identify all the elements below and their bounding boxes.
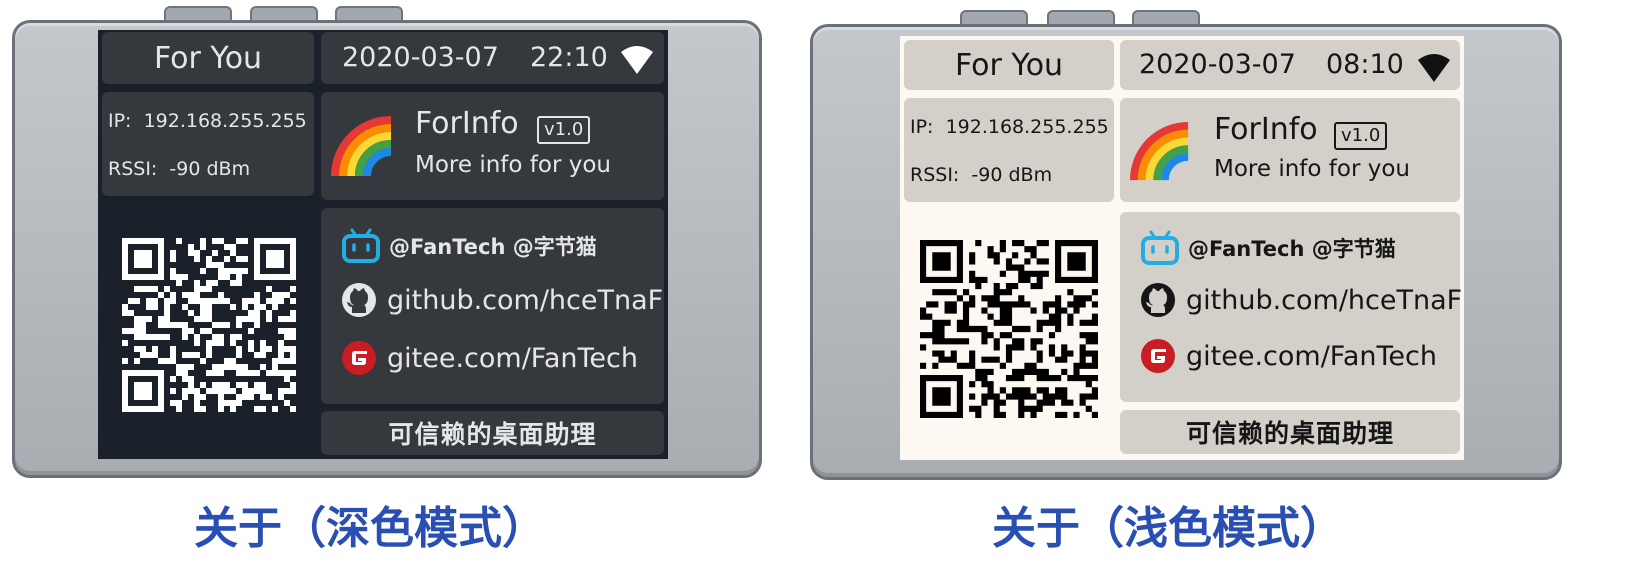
github-icon — [342, 283, 376, 317]
app-name: ForInfo — [415, 106, 519, 141]
app-tagline: More info for you — [415, 152, 611, 178]
motto-panel: 可信赖的桌面助理 — [321, 411, 664, 455]
date-text: 2020-03-07 — [1139, 49, 1296, 80]
links-panel: @FanTech @字节猫 github.com/hceTnaF gitee.c… — [1120, 212, 1462, 402]
gitee-link[interactable]: gitee.com/FanTech — [1140, 338, 1437, 374]
page-title: For You — [153, 40, 263, 76]
network-panel: IP: 192.168.255.255 RSSI: -90 dBm — [904, 98, 1114, 202]
github-link[interactable]: github.com/hceTnaF — [1140, 282, 1462, 318]
version-badge: v1.0 — [537, 116, 591, 144]
rssi-label: RSSI: — [108, 158, 158, 180]
github-url: github.com/hceTnaF — [1186, 284, 1463, 316]
version-badge: v1.0 — [1334, 122, 1388, 150]
network-panel: IP: 192.168.255.255 RSSI: -90 dBm — [102, 92, 314, 196]
qr-code-icon — [122, 238, 296, 412]
motto-panel: 可信赖的桌面助理 — [1120, 410, 1460, 454]
qr-code-icon — [920, 240, 1098, 418]
motto-text: 可信赖的桌面助理 — [388, 420, 597, 449]
ip-label: IP: — [108, 110, 132, 132]
datetime-panel: 2020-03-07 08:10 — [1120, 40, 1460, 90]
gitee-link[interactable]: gitee.com/FanTech — [341, 340, 638, 376]
date-text: 2020-03-07 — [342, 42, 499, 73]
wifi-icon — [621, 46, 653, 74]
gitee-url: gitee.com/FanTech — [387, 342, 638, 374]
app-info-panel: ForInfo v1.0 More info for you — [1120, 98, 1460, 202]
app-name: ForInfo — [1214, 112, 1318, 147]
datetime-panel: 2020-03-07 22:10 — [321, 32, 664, 84]
screen: For You 2020-03-07 22:10 IP: 192.168.255… — [98, 30, 668, 459]
bilibili-icon — [342, 228, 380, 263]
page-title: For You — [954, 47, 1064, 83]
rssi-label: RSSI: — [910, 164, 960, 186]
gitee-icon — [1141, 339, 1175, 373]
app-info-panel: ForInfo v1.0 More info for you — [321, 92, 664, 200]
github-url: github.com/hceTnaF — [387, 284, 664, 316]
ip-value: 192.168.255.255 — [143, 110, 307, 132]
time-text: 22:10 — [530, 42, 608, 73]
bilibili-icon — [1141, 230, 1179, 265]
ip-label: IP: — [910, 116, 934, 138]
app-tagline: More info for you — [1214, 156, 1410, 182]
device-dark: For You 2020-03-07 22:10 IP: 192.168.255… — [12, 6, 762, 481]
gitee-icon — [342, 341, 376, 375]
rainbow-icon — [1130, 122, 1189, 181]
links-panel: @FanTech @字节猫 github.com/hceTnaF gitee.c… — [321, 208, 664, 404]
rainbow-icon — [331, 116, 392, 177]
title-panel: For You — [102, 32, 314, 84]
caption-dark-mode: 关于（深色模式） — [194, 503, 546, 554]
social-row[interactable]: @FanTech @字节猫 — [1140, 230, 1396, 266]
motto-text: 可信赖的桌面助理 — [1185, 419, 1394, 448]
rssi-value: -90 dBm — [169, 158, 251, 180]
screen: For You 2020-03-07 08:10 IP: 192.168.255… — [900, 36, 1464, 460]
social-handle: @FanTech @字节猫 — [389, 235, 597, 259]
github-icon — [1141, 283, 1175, 317]
social-handle: @FanTech @字节猫 — [1188, 237, 1396, 261]
gitee-url: gitee.com/FanTech — [1186, 340, 1437, 372]
rssi-value: -90 dBm — [971, 164, 1053, 186]
device-light: For You 2020-03-07 08:10 IP: 192.168.255… — [810, 10, 1562, 482]
caption-light-mode: 关于（浅色模式） — [992, 503, 1344, 554]
ip-value: 192.168.255.255 — [945, 116, 1109, 138]
github-link[interactable]: github.com/hceTnaF — [341, 282, 663, 318]
time-text: 08:10 — [1326, 49, 1404, 80]
wifi-icon — [1418, 54, 1450, 82]
social-row[interactable]: @FanTech @字节猫 — [341, 228, 597, 264]
title-panel: For You — [904, 40, 1114, 90]
